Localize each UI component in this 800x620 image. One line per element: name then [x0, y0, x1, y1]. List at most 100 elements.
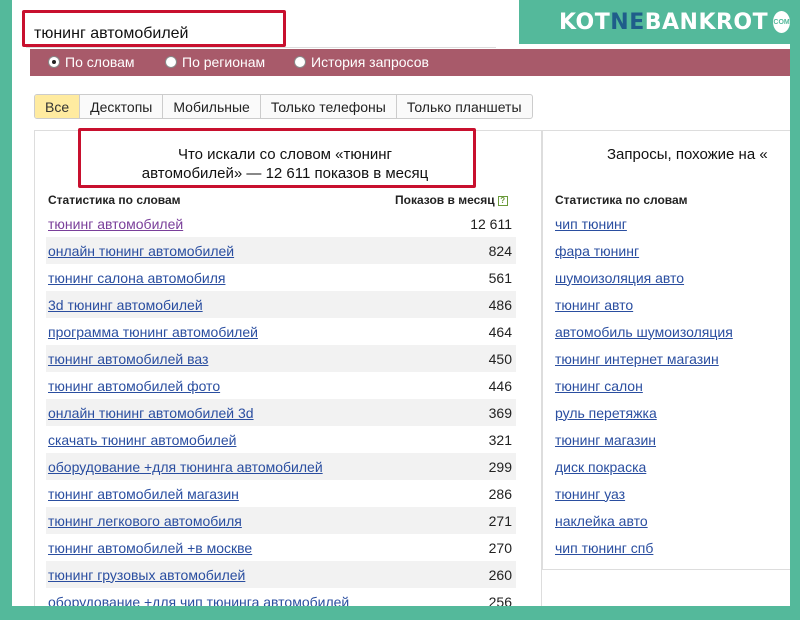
- list-item: диск покраска: [553, 453, 790, 480]
- impressions-count: 260: [488, 566, 512, 583]
- radio-by-regions[interactable]: [165, 56, 177, 68]
- left-results-list: тюнинг автомобилей 12 611 онлайн тюнинг ав…: [46, 210, 516, 606]
- right-similar-panel: Запросы, похожие на « Статистика по слов…: [542, 130, 790, 570]
- impressions-count: 321: [488, 431, 512, 448]
- query-link[interactable]: онлайн тюнинг автомобилей: [48, 243, 234, 259]
- list-item: чип тюнинг спб: [553, 534, 790, 561]
- col-header-words: Статистика по словам: [48, 193, 181, 207]
- similar-query-link[interactable]: тюнинг уаз: [555, 486, 625, 502]
- table-row: тюнинг легкового автомобиля 271: [46, 507, 516, 534]
- query-link[interactable]: тюнинг грузовых автомобилей: [48, 567, 245, 583]
- similar-query-link[interactable]: тюнинг авто: [555, 297, 633, 313]
- query-link[interactable]: тюнинг автомобилей +в москве: [48, 540, 252, 556]
- wordstat-window: тюнинг автомобилей По словам По регионам…: [12, 0, 790, 606]
- table-row: оборудование +для тюнинга автомобилей 299: [46, 453, 516, 480]
- similar-query-link[interactable]: чип тюнинг спб: [555, 540, 653, 556]
- mode-by-words[interactable]: По словам: [48, 54, 135, 70]
- query-link[interactable]: тюнинг автомобилей фото: [48, 378, 220, 394]
- impressions-count: 286: [488, 485, 512, 502]
- list-item: тюнинг интернет магазин: [553, 345, 790, 372]
- logo-part-ne: NE: [610, 9, 645, 35]
- impressions-count: 369: [488, 404, 512, 421]
- tab-tablets-only[interactable]: Только планшеты: [397, 95, 532, 118]
- list-item: фара тюнинг: [553, 237, 790, 264]
- impressions-count: 824: [488, 242, 512, 259]
- title-highlight-frame: [78, 128, 476, 188]
- query-link[interactable]: оборудование +для чип тюнинга автомобиле…: [48, 594, 349, 607]
- list-item: тюнинг салон: [553, 372, 790, 399]
- list-item: тюнинг магазин: [553, 426, 790, 453]
- tab-all[interactable]: Все: [35, 95, 81, 118]
- similar-query-link[interactable]: чип тюнинг: [555, 216, 627, 232]
- list-item: автомобиль шумоизоляция: [553, 318, 790, 345]
- table-row: онлайн тюнинг автомобилей 3d 369: [46, 399, 516, 426]
- query-link[interactable]: онлайн тюнинг автомобилей 3d: [48, 405, 254, 421]
- query-link[interactable]: скачать тюнинг автомобилей: [48, 432, 236, 448]
- similar-query-link[interactable]: диск покраска: [555, 459, 646, 475]
- table-row: скачать тюнинг автомобилей 321: [46, 426, 516, 453]
- tab-phones-only[interactable]: Только телефоны: [261, 95, 397, 118]
- list-item: тюнинг авто: [553, 291, 790, 318]
- col-header-shows: Показов в месяц?: [395, 193, 508, 207]
- query-link[interactable]: тюнинг салона автомобиля: [48, 270, 225, 286]
- help-icon[interactable]: ?: [497, 195, 508, 206]
- list-item: тюнинг уаз: [553, 480, 790, 507]
- query-link[interactable]: программа тюнинг автомобилей: [48, 324, 258, 340]
- site-logo: KOTNEBANKROT COM: [519, 0, 790, 44]
- query-link[interactable]: оборудование +для тюнинга автомобилей: [48, 459, 323, 475]
- right-panel-title: Запросы, похожие на «: [607, 146, 768, 163]
- query-link[interactable]: тюнинг легкового автомобиля: [48, 513, 242, 529]
- radio-by-words[interactable]: [48, 56, 60, 68]
- table-row: тюнинг автомобилей 12 611: [46, 210, 516, 237]
- query-link[interactable]: тюнинг автомобилей ваз: [48, 351, 208, 367]
- logo-part-kot: KOT: [559, 9, 611, 35]
- list-item: руль перетяжка: [553, 399, 790, 426]
- tab-mobile[interactable]: Мобильные: [163, 95, 261, 118]
- similar-query-link[interactable]: фара тюнинг: [555, 243, 639, 259]
- similar-query-link[interactable]: тюнинг салон: [555, 378, 643, 394]
- query-link[interactable]: тюнинг автомобилей магазин: [48, 486, 239, 502]
- impressions-count: 450: [488, 350, 512, 367]
- query-link[interactable]: тюнинг автомобилей: [48, 216, 183, 232]
- table-row: онлайн тюнинг автомобилей 824: [46, 237, 516, 264]
- impressions-count: 256: [488, 593, 512, 607]
- similar-query-link[interactable]: наклейка авто: [555, 513, 648, 529]
- tab-desktops[interactable]: Десктопы: [80, 95, 164, 118]
- mode-bar: По словам По регионам История запросов: [30, 49, 790, 76]
- similar-query-link[interactable]: тюнинг магазин: [555, 432, 656, 448]
- table-row: тюнинг салона автомобиля 561: [46, 264, 516, 291]
- list-item: шумоизоляция авто: [553, 264, 790, 291]
- table-row: оборудование +для чип тюнинга автомобиле…: [46, 588, 516, 607]
- mode-label: История запросов: [311, 54, 429, 70]
- logo-text: KOTNEBANKROT: [559, 10, 768, 35]
- similar-query-link[interactable]: тюнинг интернет магазин: [555, 351, 719, 367]
- impressions-count: 561: [488, 269, 512, 286]
- mode-history[interactable]: История запросов: [294, 54, 429, 70]
- mode-by-regions[interactable]: По регионам: [165, 54, 265, 70]
- table-row: тюнинг автомобилей фото 446: [46, 372, 516, 399]
- similar-query-link[interactable]: шумоизоляция авто: [555, 270, 684, 286]
- table-row: программа тюнинг автомобилей 464: [46, 318, 516, 345]
- radio-history[interactable]: [294, 56, 306, 68]
- impressions-count: 486: [488, 296, 512, 313]
- query-link[interactable]: 3d тюнинг автомобилей: [48, 297, 203, 313]
- right-results-list: чип тюнинг фара тюнинг шумоизоляция авто тю…: [553, 210, 790, 561]
- left-results-panel: Что искали со словом «тюнинг автомобилей…: [34, 130, 542, 606]
- similar-query-link[interactable]: руль перетяжка: [555, 405, 657, 421]
- table-row: 3d тюнинг автомобилей 486: [46, 291, 516, 318]
- logo-com-badge: COM: [773, 11, 790, 33]
- list-item: чип тюнинг: [553, 210, 790, 237]
- col-header-shows-label: Показов в месяц: [395, 193, 495, 207]
- impressions-count: 299: [488, 458, 512, 475]
- impressions-count: 271: [488, 512, 512, 529]
- device-tabs: Все Десктопы Мобильные Только телефоны Т…: [34, 94, 533, 119]
- list-item: наклейка авто: [553, 507, 790, 534]
- similar-query-link[interactable]: автомобиль шумоизоляция: [555, 324, 733, 340]
- mode-label: По словам: [65, 54, 135, 70]
- table-row: тюнинг автомобилей ваз 450: [46, 345, 516, 372]
- table-row: тюнинг грузовых автомобилей 260: [46, 561, 516, 588]
- right-col-header-words: Статистика по словам: [555, 193, 688, 207]
- impressions-count: 12 611: [470, 215, 512, 232]
- mode-label: По регионам: [182, 54, 266, 70]
- table-row: тюнинг автомобилей +в москве 270: [46, 534, 516, 561]
